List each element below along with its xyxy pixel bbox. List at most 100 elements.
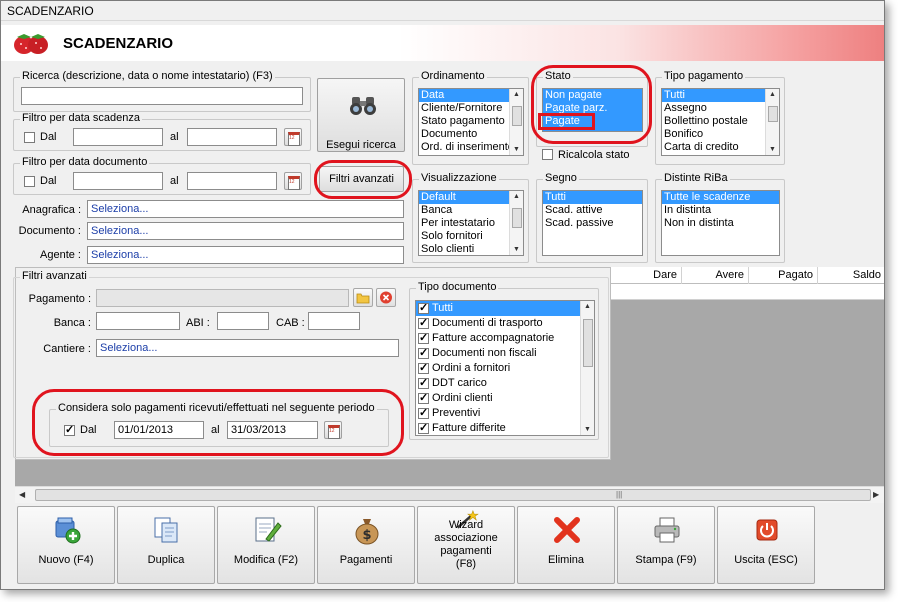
wizard-button[interactable]: Wizard associazione pagamenti (F8) (417, 506, 515, 584)
filter-documento-to-input[interactable] (187, 172, 277, 190)
header-banner: SCADENZARIO (1, 25, 884, 61)
scrollbar[interactable]: ▲ ▼ (509, 191, 523, 255)
banca-input[interactable] (96, 312, 180, 330)
tipo-documento-checkbox[interactable] (418, 361, 429, 376)
list-item[interactable]: Solo fornitori (419, 230, 523, 243)
tipo-documento-checkbox[interactable] (418, 391, 429, 406)
list-item[interactable]: Scad. passive (543, 217, 642, 230)
list-item[interactable]: Scad. attive (543, 204, 642, 217)
periodo-from-input[interactable]: 01/01/2013 (114, 421, 204, 439)
ricalcola-stato-checkbox[interactable] (542, 149, 553, 160)
cantiere-label: Cantiere : (43, 343, 91, 355)
grid-col-saldo[interactable]: Saldo (841, 269, 881, 281)
list-item[interactable]: Documenti di trasporto (416, 316, 594, 331)
cab-input[interactable] (308, 312, 360, 330)
cantiere-input[interactable]: Seleziona... (96, 339, 399, 357)
tipo-documento-checkbox[interactable] (418, 421, 429, 435)
segno-list[interactable]: Tutti Scad. attive Scad. passive (542, 190, 643, 256)
grid-col-dare[interactable]: Dare (641, 269, 677, 281)
list-item[interactable]: Documento (419, 128, 523, 141)
tipo-documento-checkbox[interactable] (418, 316, 429, 331)
list-item[interactable]: Ord. di inserimento (419, 141, 523, 154)
scrollbar[interactable]: ▲ ▼ (509, 89, 523, 155)
strawberry-icon (14, 34, 48, 54)
tipo-documento-checkbox[interactable] (418, 301, 429, 316)
list-item[interactable]: Solo clienti (419, 243, 523, 255)
list-item[interactable]: Bollettino postale (662, 115, 779, 128)
filtri-avanzati-button[interactable]: Filtri avanzati (319, 166, 404, 192)
periodo-checkbox[interactable] (64, 423, 75, 436)
abi-input[interactable] (217, 312, 269, 330)
clear-icon[interactable] (376, 288, 396, 307)
anagrafica-input[interactable]: Seleziona... (87, 200, 404, 218)
list-item[interactable]: Bonifico (662, 128, 779, 141)
list-item[interactable]: Pagate (543, 115, 642, 128)
stato-list[interactable]: Non pagate Pagate parz. Pagate (542, 88, 643, 132)
list-item[interactable]: Data (419, 89, 523, 102)
list-item[interactable]: Fatture accompagnatorie (416, 331, 594, 346)
filter-documento-from-input[interactable] (73, 172, 163, 190)
list-item[interactable]: Carta di credito (662, 141, 779, 154)
stampa-button[interactable]: Stampa (F9) (617, 506, 715, 584)
list-item[interactable]: Tutti (543, 191, 642, 204)
folder-icon[interactable] (353, 288, 373, 307)
modifica-button[interactable]: Modifica (F2) (217, 506, 315, 584)
edit-icon (255, 517, 282, 542)
tipo-documento-checkbox[interactable] (418, 331, 429, 346)
calendar-icon[interactable]: 12 (324, 421, 342, 439)
list-item[interactable]: Documenti non fiscali (416, 346, 594, 361)
list-item[interactable]: Non in distinta (662, 217, 779, 230)
list-item[interactable]: Cliente/Fornitore (419, 102, 523, 115)
filter-documento-al-label: al (170, 175, 179, 187)
elimina-button[interactable]: Elimina (517, 506, 615, 584)
agente-input[interactable]: Seleziona... (87, 246, 404, 264)
list-item[interactable]: Preventivi (416, 406, 594, 421)
ordinamento-list[interactable]: Data Cliente/Fornitore Stato pagamento D… (418, 88, 524, 156)
filter-documento-checkbox[interactable] (24, 176, 35, 187)
list-item[interactable]: In distinta (662, 204, 779, 217)
list-item[interactable]: Fatture differite (416, 421, 594, 435)
list-item[interactable]: Ordini clienti (416, 391, 594, 406)
periodo-to-input[interactable]: 31/03/2013 (227, 421, 318, 439)
filter-scadenza-from-input[interactable] (73, 128, 163, 146)
list-item[interactable]: Per intestatario (419, 217, 523, 230)
tipo-documento-checkbox[interactable] (418, 406, 429, 421)
scrollbar[interactable]: ▲ ▼ (580, 301, 594, 435)
uscita-button[interactable]: Uscita (ESC) (717, 506, 815, 584)
tipo-documento-checkbox[interactable] (418, 376, 429, 391)
list-item[interactable]: DDT carico (416, 376, 594, 391)
filter-scadenza-checkbox[interactable] (24, 132, 35, 143)
list-item[interactable]: Pagate parz. (543, 102, 642, 115)
calendar-icon[interactable]: 12 (284, 172, 302, 190)
grid-col-avere[interactable]: Avere (706, 269, 744, 281)
list-item[interactable]: Tutti (416, 301, 594, 316)
documento-input[interactable]: Seleziona... (87, 222, 404, 240)
duplica-button[interactable]: Duplica (117, 506, 215, 584)
segno-group: Segno Tutti Scad. attive Scad. passive (536, 172, 648, 263)
list-item[interactable]: Tutti (662, 89, 779, 102)
visualizzazione-list[interactable]: Default Banca Per intestatario Solo forn… (418, 190, 524, 256)
list-item[interactable]: Non pagate (543, 89, 642, 102)
list-item[interactable]: Tutte le scadenze (662, 191, 779, 204)
search-input[interactable] (21, 87, 303, 105)
nuovo-button[interactable]: Nuovo (F4) (17, 506, 115, 584)
list-item[interactable]: Banca (419, 204, 523, 217)
list-item[interactable]: Stato pagamento (419, 115, 523, 128)
tipo-documento-label: Tipo documento (416, 281, 499, 293)
tipo-documento-list[interactable]: Tutti Documenti di trasporto Fatture acc… (415, 300, 595, 436)
scrollbar[interactable]: ▲ ▼ (765, 89, 779, 155)
list-item[interactable]: Default (419, 191, 523, 204)
filter-scadenza-to-input[interactable] (187, 128, 277, 146)
list-item[interactable]: Ordini a fornitori (416, 361, 594, 376)
horizontal-scrollbar[interactable]: ◀ ||| ▶ (15, 486, 884, 503)
stato-group: Stato Non pagate Pagate parz. Pagate (536, 70, 648, 147)
tipo-pagamento-list[interactable]: Tutti Assegno Bollettino postale Bonific… (661, 88, 780, 156)
delete-icon (554, 517, 580, 543)
calendar-icon[interactable]: 12 (284, 128, 302, 146)
list-item[interactable]: Assegno (662, 102, 779, 115)
distinte-riba-list[interactable]: Tutte le scadenze In distinta Non in dis… (661, 190, 780, 256)
esegui-ricerca-button[interactable]: Esegui ricerca (317, 78, 405, 152)
grid-col-pagato[interactable]: Pagato (771, 269, 813, 281)
pagamenti-button[interactable]: $ Pagamenti (317, 506, 415, 584)
tipo-documento-checkbox[interactable] (418, 346, 429, 361)
